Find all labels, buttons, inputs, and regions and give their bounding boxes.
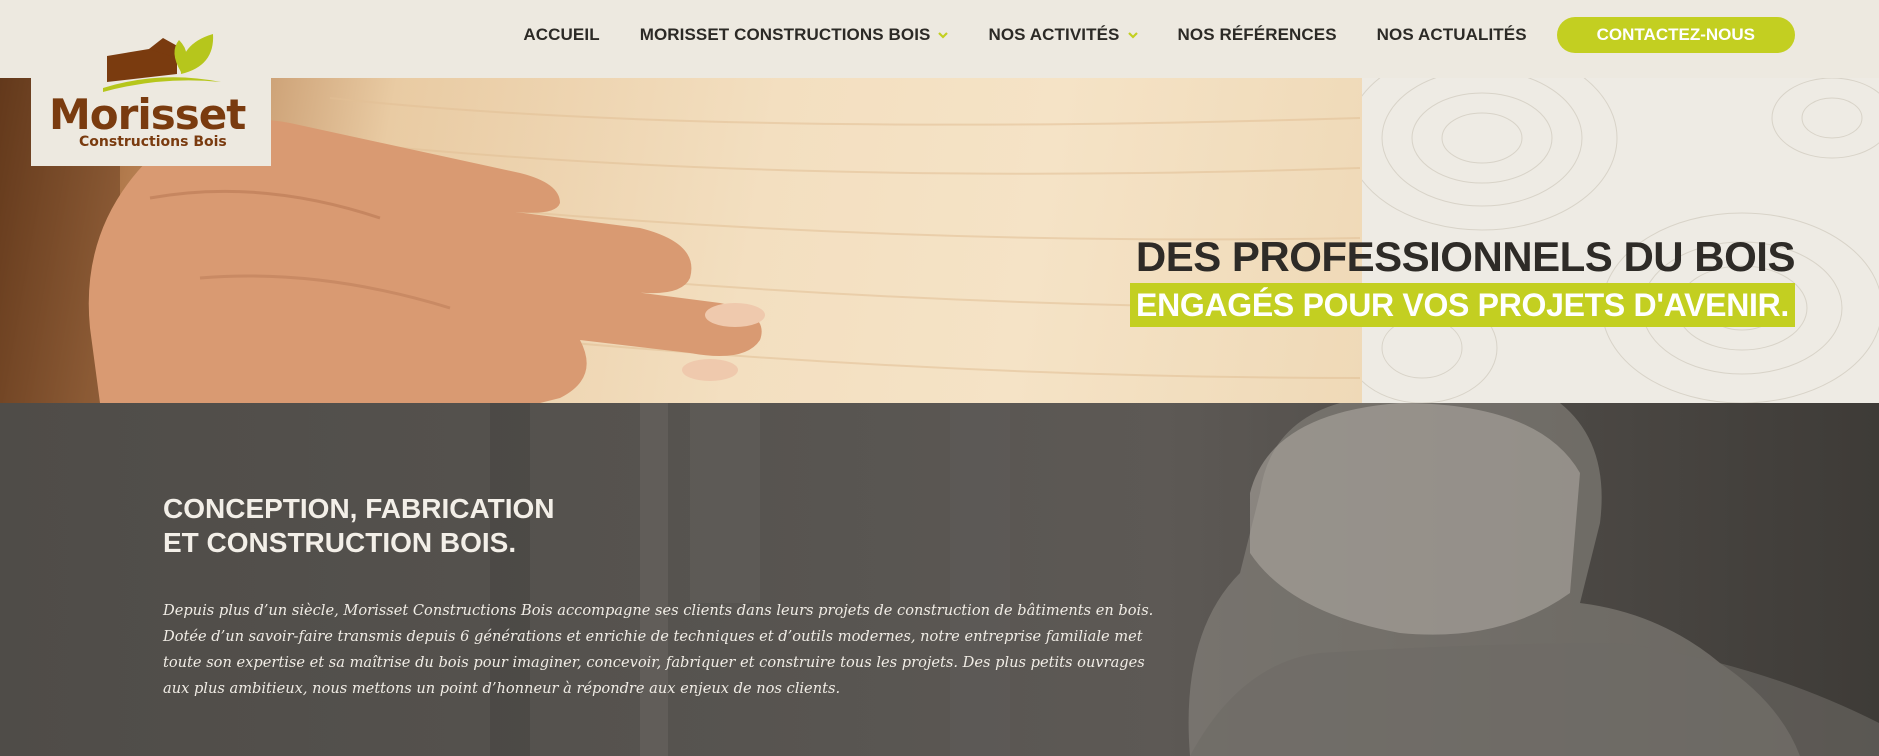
- contact-button[interactable]: CONTACTEZ-NOUS: [1556, 17, 1795, 53]
- carpenter-background-photo: [490, 403, 1879, 756]
- hero-headline-line1: DES PROFESSIONNELS DU BOIS: [1135, 233, 1796, 280]
- intro-title: CONCEPTION, FABRICATION ET CONSTRUCTION …: [163, 492, 554, 560]
- nav-item-nos-references[interactable]: NOS RÉFÉRENCES: [1178, 25, 1337, 45]
- nav-item-nos-actualites[interactable]: NOS ACTUALITÉS: [1377, 25, 1527, 45]
- site-header: ACCUEIL MORISSET CONSTRUCTIONS BOIS NOS …: [0, 0, 1879, 78]
- nav-item-nos-activites[interactable]: NOS ACTIVITÉS: [988, 25, 1138, 45]
- nav-item-accueil[interactable]: ACCUEIL: [523, 25, 599, 45]
- nav-item-label: ACCUEIL: [523, 25, 600, 44]
- intro-paragraph: Depuis plus d’un siècle, Morisset Constr…: [163, 598, 1154, 702]
- nav-item-morisset-constructions-bois[interactable]: MORISSET CONSTRUCTIONS BOIS: [640, 25, 949, 45]
- hero-headline-line2: ENGAGÉS POUR VOS PROJETS D'AVENIR.: [1130, 283, 1795, 327]
- intro-paragraph-line: Dotée d’un savoir-faire transmis depuis …: [163, 628, 1143, 645]
- logo-subtitle: Constructions Bois: [79, 134, 227, 150]
- hero-banner: DES PROFESSIONNELS DU BOIS ENGAGÉS POUR …: [0, 78, 1879, 403]
- nav-item-label: MORISSET CONSTRUCTIONS BOIS: [639, 25, 931, 44]
- chevron-down-icon: [1127, 32, 1138, 39]
- main-nav: ACCUEIL MORISSET CONSTRUCTIONS BOIS NOS …: [483, 17, 1795, 53]
- intro-paragraph-line: Depuis plus d’un siècle, Morisset Constr…: [163, 602, 1154, 619]
- intro-section: CONCEPTION, FABRICATION ET CONSTRUCTION …: [0, 403, 1879, 756]
- intro-paragraph-line: toute son expertise et sa maîtrise du bo…: [163, 654, 1145, 671]
- nav-item-label: NOS ACTUALITÉS: [1376, 25, 1527, 44]
- hero-headline: DES PROFESSIONNELS DU BOIS ENGAGÉS POUR …: [1130, 233, 1795, 327]
- chevron-down-icon: [938, 32, 949, 39]
- intro-title-line: CONCEPTION, FABRICATION: [163, 493, 555, 524]
- nav-item-label: NOS ACTIVITÉS: [988, 25, 1120, 44]
- intro-paragraph-line: aux plus ambitieux, nous mettons un poin…: [163, 680, 841, 697]
- intro-title-line: ET CONSTRUCTION BOIS.: [163, 527, 517, 558]
- logo-name: Morisset: [49, 90, 246, 139]
- site-logo[interactable]: Morisset Constructions Bois: [31, 26, 271, 166]
- house-leaf-logo-icon: [103, 34, 221, 92]
- nav-item-label: NOS RÉFÉRENCES: [1177, 25, 1337, 44]
